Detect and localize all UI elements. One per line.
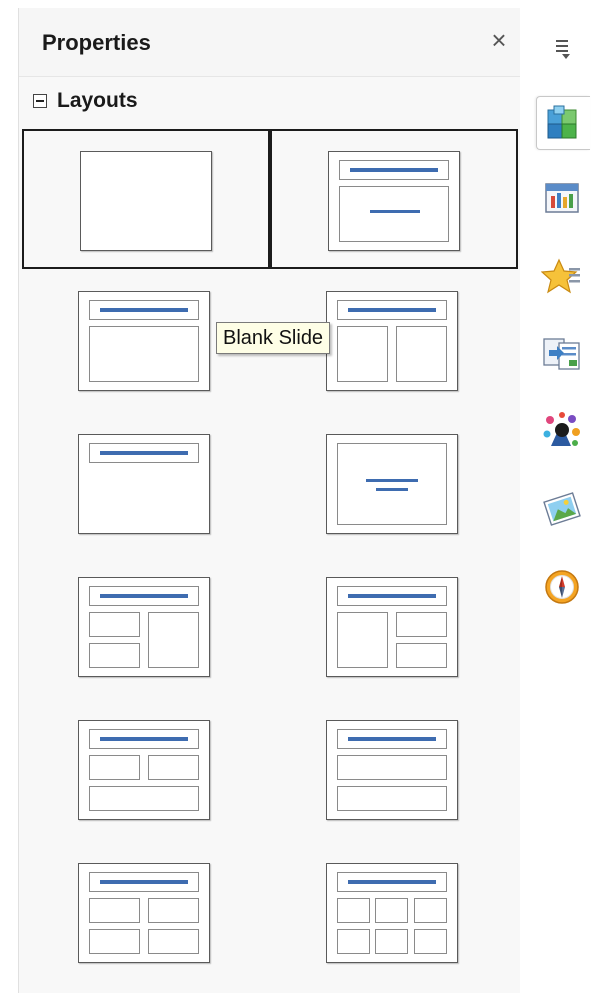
custom-animation-icon bbox=[541, 258, 580, 294]
layout-title-only[interactable] bbox=[22, 414, 270, 554]
layout-thumbnail bbox=[328, 151, 460, 251]
layout-thumbnail bbox=[78, 577, 210, 677]
layout-thumbnail bbox=[326, 291, 458, 391]
properties-panel: Properties × Layouts bbox=[18, 8, 522, 993]
panel-title: Properties bbox=[42, 30, 151, 55]
layout-thumbnail bbox=[78, 291, 210, 391]
layout-title-2content-over-content[interactable] bbox=[22, 700, 270, 840]
styles-icon bbox=[543, 412, 580, 446]
master-slides-icon bbox=[545, 183, 579, 213]
layout-blank[interactable] bbox=[22, 129, 270, 269]
sidebar-tab-bar bbox=[520, 8, 591, 993]
layout-thumbnail bbox=[326, 720, 458, 820]
layout-title-slide[interactable] bbox=[270, 129, 518, 269]
panel-header: Properties × bbox=[19, 8, 521, 77]
collapse-icon[interactable] bbox=[33, 94, 47, 108]
tab-custom-animation[interactable] bbox=[536, 251, 590, 305]
tab-styles[interactable] bbox=[536, 405, 590, 459]
layout-title-4content[interactable] bbox=[22, 843, 270, 983]
layout-thumbnail bbox=[78, 863, 210, 963]
layout-thumbnail bbox=[326, 577, 458, 677]
layout-thumbnail bbox=[78, 720, 210, 820]
tab-slide-transition[interactable] bbox=[536, 328, 590, 382]
tab-gallery[interactable] bbox=[536, 483, 590, 537]
tab-properties[interactable] bbox=[536, 96, 590, 150]
slide-transition-icon bbox=[543, 338, 580, 370]
layout-title-content-and-2content[interactable] bbox=[270, 557, 518, 697]
sidebar-menu-icon[interactable] bbox=[556, 35, 574, 61]
layout-thumbnail bbox=[80, 151, 212, 251]
navigator-icon bbox=[545, 570, 579, 604]
layout-title-content-over-content[interactable] bbox=[270, 700, 518, 840]
properties-icon bbox=[547, 105, 577, 139]
layout-thumbnail bbox=[78, 434, 210, 534]
layout-thumbnail bbox=[326, 434, 458, 534]
layout-title-2content-and-content[interactable] bbox=[22, 557, 270, 697]
layouts-section-label: Layouts bbox=[57, 89, 138, 112]
tab-master-slides[interactable] bbox=[536, 173, 590, 227]
tooltip: Blank Slide bbox=[216, 322, 331, 354]
layout-title-6content[interactable] bbox=[270, 843, 518, 983]
layout-centered-text[interactable] bbox=[270, 414, 518, 554]
layout-thumbnail bbox=[326, 863, 458, 963]
close-icon[interactable]: × bbox=[485, 26, 513, 54]
gallery-icon bbox=[543, 492, 581, 526]
tab-navigator[interactable] bbox=[536, 561, 590, 615]
